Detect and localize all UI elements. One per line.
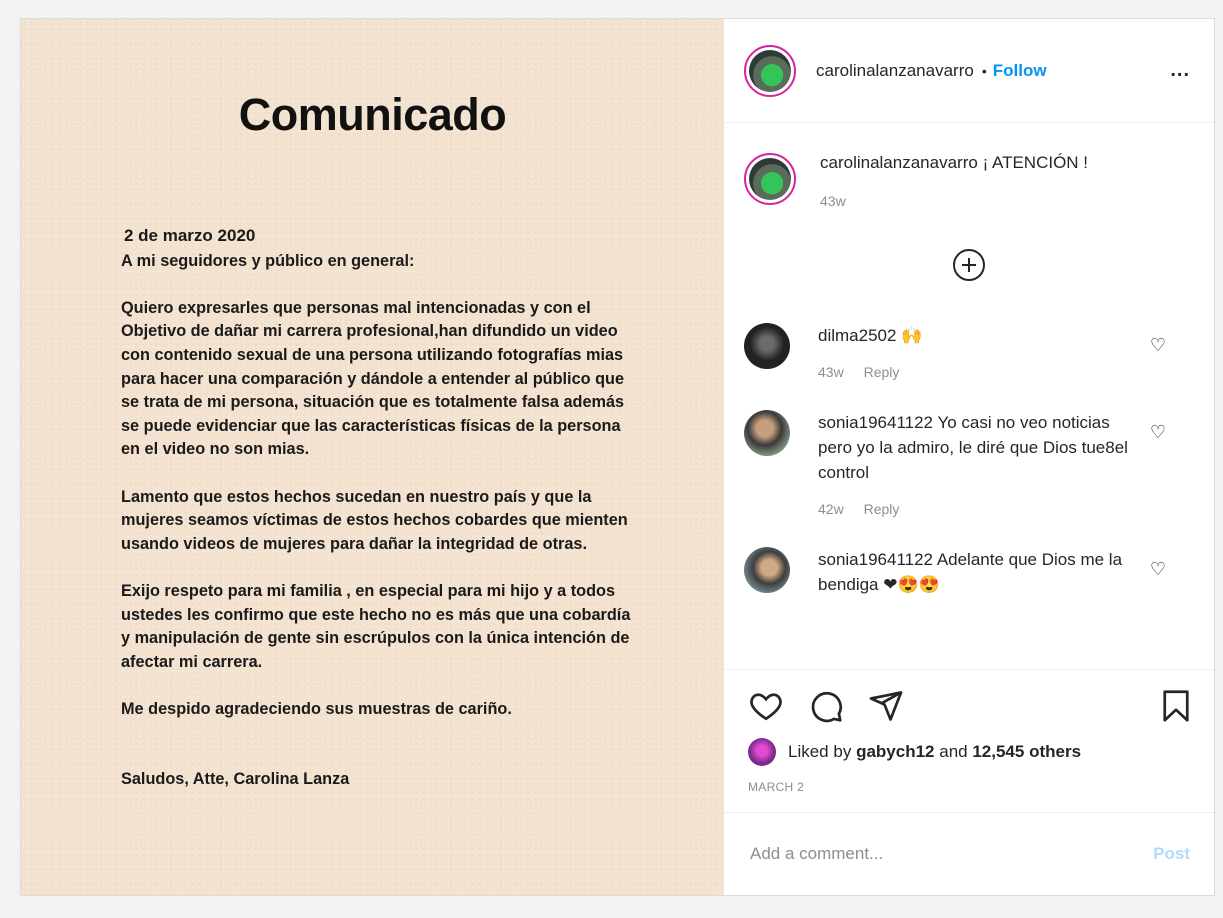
reply-button[interactable]: Reply	[864, 501, 900, 517]
comment-item: dilma2502 🙌 43w Reply ♡	[744, 323, 1194, 380]
likes-summary: Liked by gabych12 and 12,545 others	[748, 738, 1194, 766]
comment-username[interactable]: sonia19641122	[818, 550, 933, 569]
comment-item: sonia19641122 Adelante que Dios me la be…	[744, 547, 1194, 597]
add-comment-input[interactable]	[748, 843, 1154, 865]
like-comment-heart-icon[interactable]: ♡	[1150, 559, 1166, 580]
comment-username[interactable]: sonia19641122	[818, 413, 933, 432]
like-comment-heart-icon[interactable]: ♡	[1150, 422, 1166, 443]
document-paragraph: Me despido agradeciendo sus muestras de …	[121, 699, 512, 718]
add-comment-bar: Post	[724, 812, 1214, 895]
commenter-avatar[interactable]	[744, 323, 790, 369]
like-comment-heart-icon[interactable]: ♡	[1150, 335, 1166, 356]
document-body: 2 de marzo 2020 A mi seguidores y públic…	[121, 224, 641, 816]
document-paragraph: Lamento que estos hechos sucedan en nues…	[121, 487, 628, 553]
likes-count[interactable]: 12,545 others	[972, 742, 1081, 762]
author-username[interactable]: carolinalanzanavarro	[816, 61, 974, 81]
comment-age: 43w	[818, 364, 844, 380]
document-paragraph: Quiero expresarles que personas mal inte…	[121, 298, 625, 459]
liker-avatar[interactable]	[748, 738, 776, 766]
comments-list: dilma2502 🙌 43w Reply ♡ sonia19641122 Yo…	[724, 281, 1214, 597]
post-actions: Liked by gabych12 and 12,545 others MARC…	[724, 669, 1214, 794]
caption-username[interactable]: carolinalanzanavarro	[820, 153, 978, 172]
document-greeting: A mi seguidores y público en general:	[121, 251, 415, 270]
commenter-avatar[interactable]	[744, 547, 790, 593]
reply-button[interactable]: Reply	[864, 364, 900, 380]
document-signature: Saludos, Atte, Carolina Lanza	[121, 770, 350, 789]
commenter-avatar[interactable]	[744, 410, 790, 456]
instagram-post: Comunicado 2 de marzo 2020 A mi seguidor…	[20, 18, 1215, 896]
post-comment-button[interactable]: Post	[1153, 844, 1190, 864]
liker-username[interactable]: gabych12	[856, 742, 934, 762]
document-date: 2 de marzo 2020	[124, 226, 256, 245]
post-date: MARCH 2	[748, 780, 805, 794]
comment-item: sonia19641122 Yo casi no veo noticias pe…	[744, 410, 1194, 517]
caption-text: ¡ ATENCIÓN !	[982, 153, 1089, 172]
document-title: Comunicado	[238, 89, 507, 140]
document-paragraph: Exijo respeto para mi familia , en espec…	[121, 581, 631, 671]
load-more-comments-icon[interactable]	[953, 249, 985, 281]
follow-button[interactable]: Follow	[993, 61, 1047, 81]
post-side-panel: carolinalanzanavarro • Follow ... caroli…	[724, 19, 1214, 895]
comment-username[interactable]: dilma2502	[818, 326, 896, 345]
share-send-icon[interactable]	[868, 688, 904, 724]
caption-age: 43w	[820, 193, 846, 209]
comment-bubble-icon[interactable]	[808, 688, 844, 724]
caption: carolinalanzanavarro ¡ ATENCIÓN ! 43w	[724, 123, 1214, 209]
post-image[interactable]: Comunicado 2 de marzo 2020 A mi seguidor…	[21, 19, 724, 895]
save-bookmark-icon[interactable]	[1158, 688, 1194, 724]
comment-text: 🙌	[901, 326, 923, 345]
comment-age: 42w	[818, 501, 844, 517]
caption-avatar[interactable]	[744, 153, 796, 205]
like-heart-icon[interactable]	[748, 688, 784, 724]
separator-dot: •	[981, 62, 987, 79]
post-header: carolinalanzanavarro • Follow ...	[724, 19, 1214, 123]
author-avatar[interactable]	[744, 44, 796, 97]
more-options-icon[interactable]: ...	[1170, 60, 1190, 80]
